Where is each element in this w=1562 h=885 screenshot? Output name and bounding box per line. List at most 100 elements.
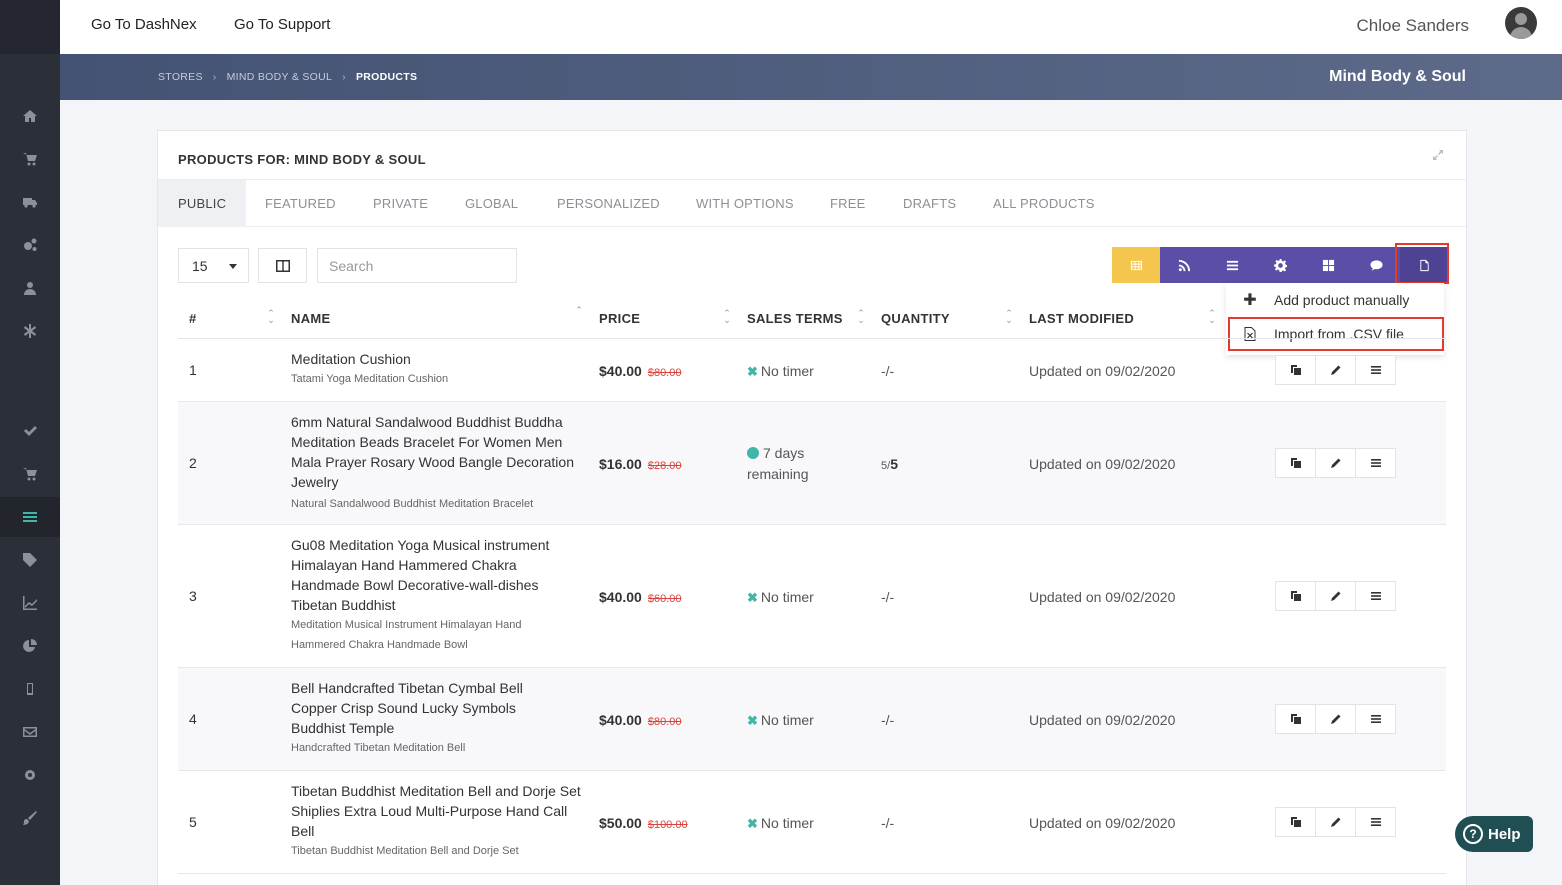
help-label: Help (1488, 825, 1521, 843)
per-page-select[interactable]: 15 (178, 248, 249, 283)
comments-button[interactable] (1352, 247, 1400, 283)
col-number[interactable]: # (189, 311, 197, 326)
copy-button[interactable] (1276, 356, 1316, 384)
sort-icon[interactable]: ⌃ ⌄ (267, 309, 275, 325)
col-last-modified[interactable]: LAST MODIFIED (1029, 311, 1134, 326)
col-name[interactable]: NAME (291, 311, 330, 326)
user-name[interactable]: Chloe Sanders (1357, 16, 1469, 36)
product-name[interactable]: 6mm Natural Sandalwood Buddhist Buddha M… (291, 412, 581, 514)
menu-button[interactable] (1356, 356, 1395, 384)
sort-up-icon[interactable]: ⌃ (575, 306, 583, 321)
help-button[interactable]: ? Help (1455, 816, 1533, 852)
product-title[interactable]: Gu08 Meditation Yoga Musical instrument … (291, 535, 581, 615)
product-title[interactable]: Tibetan Buddhist Meditation Bell and Dor… (291, 781, 581, 841)
feed-button[interactable] (1160, 247, 1208, 283)
product-name[interactable]: Tibetan Buddhist Meditation Bell and Dor… (291, 781, 581, 861)
avatar[interactable] (1505, 7, 1537, 39)
gear-icon (1273, 258, 1287, 272)
menu-button[interactable] (1356, 449, 1395, 477)
tab-with-options[interactable]: WITH OPTIONS (696, 180, 794, 227)
grid-view-button[interactable] (1304, 247, 1352, 283)
menu-button[interactable] (1356, 808, 1395, 836)
menu-button[interactable] (1356, 582, 1395, 610)
edit-button[interactable] (1316, 808, 1356, 836)
copy-button[interactable] (1276, 808, 1316, 836)
table-row[interactable]: 2 6mm Natural Sandalwood Buddhist Buddha… (178, 402, 1446, 525)
table-row[interactable]: 3 Gu08 Meditation Yoga Musical instrumen… (178, 525, 1446, 668)
col-quantity[interactable]: QUANTITY (881, 311, 950, 326)
cart-icon[interactable] (0, 454, 60, 494)
sort-icon[interactable]: ⌃ ⌄ (857, 309, 865, 325)
tab-global[interactable]: GLOBAL (465, 180, 518, 227)
check-icon[interactable] (0, 411, 60, 451)
breadcrumb-store[interactable]: MIND BODY & SOUL (227, 71, 333, 83)
last-modified: Updated on 09/02/2020 (1029, 815, 1176, 831)
copy-button[interactable] (1276, 705, 1316, 733)
product-name[interactable]: Bell Handcrafted Tibetan Cymbal Bell Cop… (291, 678, 551, 758)
go-to-support-link[interactable]: Go To Support (234, 16, 330, 33)
truck-icon[interactable] (0, 182, 60, 222)
col-sales-terms[interactable]: SALES TERMS (747, 311, 843, 326)
copy-icon (1290, 591, 1301, 601)
list-icon[interactable] (0, 497, 60, 537)
brush-icon[interactable] (0, 798, 60, 838)
tab-drafts[interactable]: DRAFTS (903, 180, 956, 227)
tab-personalized[interactable]: PERSONALIZED (557, 180, 660, 227)
columns-toggle-button[interactable] (258, 248, 307, 283)
expand-icon[interactable] (1432, 149, 1444, 161)
envelope-icon[interactable] (0, 712, 60, 752)
current-price: $40.00 (599, 712, 642, 728)
asterisk-icon[interactable] (0, 311, 60, 351)
product-title[interactable]: 6mm Natural Sandalwood Buddhist Buddha M… (291, 412, 581, 492)
menu-button[interactable] (1356, 705, 1395, 733)
gear-icon[interactable] (0, 755, 60, 795)
copy-button[interactable] (1276, 582, 1316, 610)
comment-icon (1369, 259, 1383, 271)
line-chart-icon[interactable] (0, 583, 60, 623)
home-icon[interactable] (0, 96, 60, 136)
edit-button[interactable] (1316, 449, 1356, 477)
quantity: -/- (881, 363, 895, 379)
breadcrumb-stores[interactable]: STORES (158, 71, 203, 83)
mobile-icon[interactable] (0, 669, 60, 709)
globe-icon (747, 447, 759, 459)
tab-private[interactable]: PRIVATE (373, 180, 428, 227)
old-price: $80.00 (647, 367, 682, 379)
sort-icon[interactable]: ⌃ ⌄ (1208, 309, 1216, 325)
cogs-icon[interactable] (0, 225, 60, 265)
pencil-icon (1330, 714, 1340, 724)
product-name[interactable]: Gu08 Meditation Yoga Musical instrument … (291, 535, 581, 655)
product-title[interactable]: Bell Handcrafted Tibetan Cymbal Bell Cop… (291, 678, 551, 738)
menu-icon (1370, 459, 1381, 467)
pie-chart-icon[interactable] (0, 626, 60, 666)
table-view-button[interactable] (1112, 247, 1160, 283)
quantity: 5/5 (881, 456, 898, 472)
user-icon[interactable] (0, 268, 60, 308)
settings-button[interactable] (1256, 247, 1304, 283)
sort-icon[interactable]: ⌃ ⌄ (1005, 309, 1013, 325)
tab-free[interactable]: FREE (830, 180, 865, 227)
quantity-total: 5 (890, 456, 898, 472)
sort-icon[interactable]: ⌃ ⌄ (723, 309, 731, 325)
tab-featured[interactable]: FEATURED (265, 180, 336, 227)
edit-button[interactable] (1316, 356, 1356, 384)
pencil-icon (1330, 817, 1340, 827)
go-to-dashnex-link[interactable]: Go To DashNex (91, 16, 197, 33)
table-row[interactable]: 1 Meditation Cushion Tatami Yoga Meditat… (178, 339, 1446, 402)
table-row[interactable]: 5 Tibetan Buddhist Meditation Bell and D… (178, 771, 1446, 874)
table-row[interactable]: 4 Bell Handcrafted Tibetan Cymbal Bell C… (178, 668, 1446, 771)
product-name[interactable]: Meditation Cushion Tatami Yoga Meditatio… (291, 349, 581, 389)
tab-all-products[interactable]: ALL PRODUCTS (993, 180, 1095, 227)
col-price[interactable]: PRICE (599, 311, 640, 326)
edit-button[interactable] (1316, 705, 1356, 733)
price: $40.00 $80.00 (599, 712, 681, 728)
list-view-button[interactable] (1208, 247, 1256, 283)
copy-button[interactable] (1276, 449, 1316, 477)
product-title[interactable]: Meditation Cushion (291, 349, 581, 369)
tags-icon[interactable] (0, 540, 60, 580)
cart-icon[interactable] (0, 139, 60, 179)
search-input[interactable] (317, 248, 517, 283)
edit-button[interactable] (1316, 582, 1356, 610)
last-modified: Updated on 09/02/2020 (1029, 456, 1176, 472)
tab-public[interactable]: PUBLIC (158, 180, 247, 227)
